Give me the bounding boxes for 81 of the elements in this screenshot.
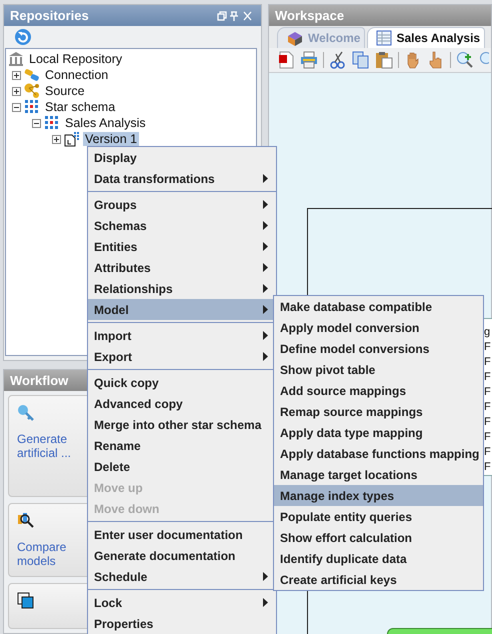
submenu-arrow-icon (263, 598, 268, 607)
entity-row: F (484, 460, 491, 475)
grid-icon (44, 115, 60, 131)
entity-row: F (484, 430, 491, 445)
expander-icon[interactable] (52, 134, 61, 144)
menu-item[interactable]: Groups (88, 194, 276, 215)
menu-item[interactable]: Apply model conversion (274, 317, 483, 338)
menu-item[interactable]: Quick copy (88, 372, 276, 393)
menu-item[interactable]: Display (88, 147, 276, 168)
menu-item[interactable]: Export (88, 346, 276, 367)
tree-item[interactable]: Connection (43, 68, 110, 82)
menu-item[interactable]: Add source mappings (274, 380, 483, 401)
menu-item[interactable]: Import (88, 325, 276, 346)
menu-item[interactable]: Create artificial keys (274, 569, 483, 590)
table-icon (376, 30, 392, 46)
submenu-arrow-icon (263, 263, 268, 272)
entity-row: F (484, 445, 491, 460)
entity-row: g (484, 325, 490, 340)
menu-item[interactable]: Properties (88, 613, 276, 634)
tree-item[interactable]: Star schema (43, 100, 118, 114)
menu-item[interactable]: Make database compatible (274, 296, 483, 317)
refresh-icon[interactable] (14, 28, 32, 46)
submenu-arrow-icon (263, 174, 268, 183)
entity-row: F (484, 355, 491, 370)
menu-item[interactable]: Remap source mappings (274, 401, 483, 422)
submenu-arrow-icon (263, 331, 268, 340)
bank-icon (8, 51, 24, 67)
menu-item[interactable]: Data transformations (88, 168, 276, 189)
connector-icon (24, 67, 40, 83)
molecule-icon (24, 83, 40, 99)
panel-title: Workspace (275, 8, 344, 23)
entity-row: F (484, 370, 491, 385)
menu-item[interactable]: Lock (88, 592, 276, 613)
tab[interactable]: Sales Analysis (367, 27, 486, 48)
panel-title: Workflow (10, 373, 68, 388)
grid-icon (24, 99, 40, 115)
menu-item[interactable]: Populate entity queries (274, 506, 483, 527)
submenu-arrow-icon (263, 221, 268, 230)
entity-row: F (484, 400, 491, 415)
entity-row: F (484, 340, 491, 355)
pdf-icon[interactable] (277, 51, 295, 69)
submenu-arrow-icon (263, 572, 268, 581)
key-icon (17, 404, 35, 422)
menu-item[interactable]: Manage target locations (274, 464, 483, 485)
expander-icon[interactable] (12, 70, 21, 80)
submenu-arrow-icon (263, 200, 268, 209)
menu-item[interactable]: Model (88, 299, 276, 320)
box-icon (286, 30, 304, 46)
menu-item[interactable]: Relationships (88, 278, 276, 299)
submenu-arrow-icon (263, 352, 268, 361)
submenu-arrow-icon (263, 305, 268, 314)
scissors-icon[interactable] (329, 51, 347, 69)
tree-item[interactable]: Local Repository (27, 52, 124, 66)
menu-item[interactable]: Entities (88, 236, 276, 257)
expander-icon[interactable] (12, 86, 21, 96)
expander-icon[interactable] (12, 102, 21, 112)
menu-item[interactable]: Manage index types (274, 485, 483, 506)
expander-icon[interactable] (32, 118, 41, 128)
submenu-arrow-icon (263, 284, 268, 293)
tree-item[interactable]: Sales Analysis (63, 116, 148, 130)
copy-icon[interactable] (352, 51, 370, 69)
menu-item[interactable]: Show pivot table (274, 359, 483, 380)
tree-item[interactable]: Version 1 (83, 132, 140, 146)
menu-item[interactable]: Apply database functions mapping (274, 443, 483, 464)
menu-item[interactable]: Schemas (88, 215, 276, 236)
magnifier-icon (17, 512, 35, 530)
printer-icon[interactable] (300, 51, 318, 69)
entity-row: F (484, 415, 491, 430)
menu-item[interactable]: Show effort calculation (274, 527, 483, 548)
entity-row: F (484, 385, 491, 400)
clipboard-icon[interactable] (375, 51, 393, 69)
zoom-in-icon[interactable] (456, 51, 474, 69)
squares-icon (17, 592, 35, 610)
panel-title: Repositories (10, 8, 89, 23)
menu-item[interactable]: Define model conversions (274, 338, 483, 359)
tree-item[interactable]: Source (43, 84, 87, 98)
menu-item[interactable]: Identify duplicate data (274, 548, 483, 569)
submenu-arrow-icon (263, 242, 268, 251)
menu-item[interactable]: Attributes (88, 257, 276, 278)
menu-item[interactable]: Apply data type mapping (274, 422, 483, 443)
document-icon (64, 131, 80, 147)
